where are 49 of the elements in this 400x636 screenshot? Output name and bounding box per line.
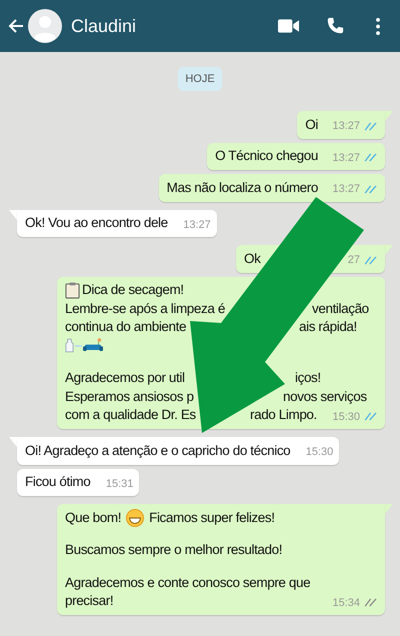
message-text: ventilação bbox=[312, 300, 370, 318]
phone-icon[interactable] bbox=[326, 17, 344, 35]
message-text: Lembre-se após a limpeza é bbox=[65, 300, 226, 318]
contact-name[interactable]: Claudini bbox=[71, 16, 278, 36]
message-bubble[interactable]: Ok! Vou ao encontro dele 13:27 bbox=[17, 210, 217, 237]
message-time: 13:27 bbox=[332, 150, 360, 166]
message-time: 13:27 bbox=[183, 218, 211, 232]
spray-bottle-icon bbox=[65, 338, 74, 354]
message-text: Mas não localiza o número bbox=[166, 178, 318, 196]
message-bubble[interactable]: Oi 13:27 bbox=[297, 111, 385, 138]
grinning-face-icon bbox=[126, 508, 144, 527]
message-text: Agradecemos por util bbox=[65, 369, 186, 387]
message-time: 15:31 bbox=[106, 476, 134, 492]
message-text: Ok bbox=[244, 250, 262, 268]
message-time: 15:30 bbox=[306, 445, 334, 460]
message-text: continua do ambiente bbox=[65, 318, 188, 336]
message-bubble[interactable]: Mas não localiza o número 13:27 bbox=[158, 174, 385, 202]
message-text: precisar! bbox=[65, 592, 114, 610]
message-text: Que bom! bbox=[65, 508, 122, 526]
avatar-icon[interactable] bbox=[28, 9, 62, 43]
message-text: com a qualidade Dr. Es bbox=[65, 406, 197, 424]
message-text: Ok! Vou ao encontro dele bbox=[25, 214, 168, 232]
back-arrow-icon[interactable] bbox=[7, 17, 25, 35]
message-text: ais rápida! bbox=[299, 318, 358, 336]
message-text: Agradecemos e conte conosco sempre que bbox=[65, 574, 310, 592]
message-text: novos serviços bbox=[283, 388, 368, 406]
message-time: 13:27 bbox=[332, 182, 360, 197]
message-time: 15:34 bbox=[332, 596, 360, 610]
message-text: Oi bbox=[305, 116, 318, 134]
message-text: rado Limpo. bbox=[250, 406, 318, 424]
menu-icon[interactable] bbox=[376, 18, 380, 34]
message-bubble[interactable]: Oi! Agradeço a atenção e o capricho do técnico 15:30 bbox=[17, 437, 340, 464]
video-call-icon[interactable] bbox=[278, 19, 299, 33]
clipboard-icon bbox=[65, 282, 80, 299]
message-text: Ficou ótimo bbox=[25, 473, 90, 491]
message-text: Oi! Agradeço a atenção e o capricho do técnico bbox=[25, 442, 290, 460]
message-text: Dica de secagem! bbox=[82, 281, 184, 299]
message-text: Esperamos ansiosos p bbox=[65, 388, 195, 406]
message-bubble[interactable]: O Técnico chegou 13:27 bbox=[207, 142, 385, 170]
message-time: 13:27 bbox=[332, 119, 360, 134]
message-bubble[interactable]: Ficou ótimo 15:31 bbox=[17, 468, 140, 496]
message-text: Buscamos sempre o melhor resultado! bbox=[65, 541, 282, 559]
message-text: Ficamos super felizes! bbox=[149, 508, 275, 527]
message-time: 27 bbox=[348, 253, 360, 268]
message-time: 15:30 bbox=[332, 410, 360, 424]
date-chip: HOJE bbox=[178, 67, 222, 91]
message-text: O Técnico chegou bbox=[215, 147, 318, 165]
message-bubble[interactable]: Que bom! Ficamos super felizes! Buscamos sempre o melhor resultado! Agradecemos e conte conosco sempre que precisar! 15:34 bbox=[57, 504, 385, 615]
message-text: iços! bbox=[295, 369, 322, 387]
